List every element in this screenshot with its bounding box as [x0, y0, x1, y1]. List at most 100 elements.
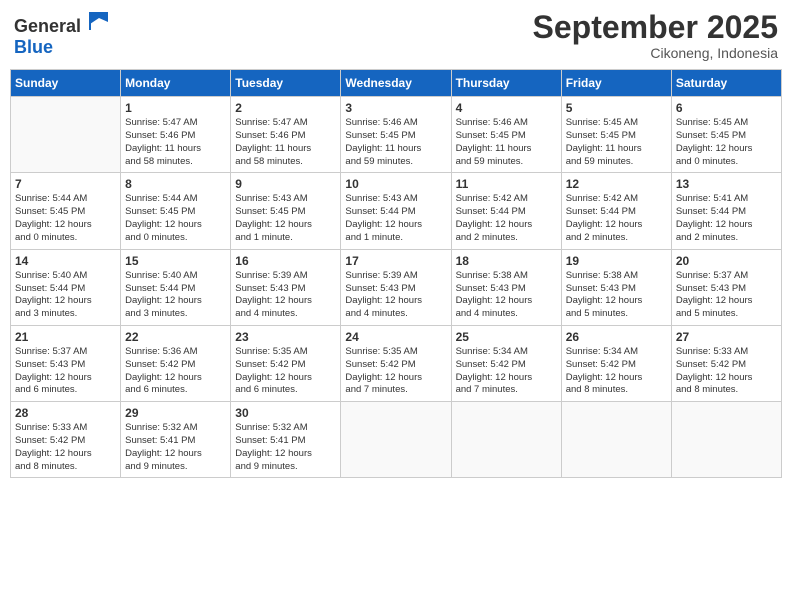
calendar-cell: 3 Sunrise: 5:46 AMSunset: 5:45 PMDaylight… — [341, 97, 451, 173]
day-info: Sunrise: 5:32 AMSunset: 5:41 PMDaylight:… — [235, 422, 336, 473]
day-info: Sunrise: 5:38 AMSunset: 5:43 PMDaylight:… — [456, 270, 557, 321]
calendar-cell: 28 Sunrise: 5:33 AMSunset: 5:42 PMDayligh… — [11, 402, 121, 478]
calendar-cell: 13 Sunrise: 5:41 AMSunset: 5:44 PMDayligh… — [671, 173, 781, 249]
calendar-cell — [341, 402, 451, 478]
calendar-cell — [671, 402, 781, 478]
weekday-header-row: SundayMondayTuesdayWednesdayThursdayFrid… — [11, 70, 782, 97]
weekday-header-tuesday: Tuesday — [231, 70, 341, 97]
calendar-cell: 6 Sunrise: 5:45 AMSunset: 5:45 PMDaylight… — [671, 97, 781, 173]
day-info: Sunrise: 5:32 AMSunset: 5:41 PMDaylight:… — [125, 422, 226, 473]
day-number: 17 — [345, 254, 446, 268]
calendar-cell: 26Sunrise: 5:34 AMSunset: 5:42 PMDayligh… — [561, 325, 671, 401]
weekday-header-thursday: Thursday — [451, 70, 561, 97]
calendar-cell: 8Sunrise: 5:44 AMSunset: 5:45 PMDaylight… — [121, 173, 231, 249]
day-info: Sunrise: 5:36 AMSunset: 5:42 PMDaylight:… — [125, 346, 226, 397]
calendar-cell: 23 Sunrise: 5:35 AMSunset: 5:42 PMDayligh… — [231, 325, 341, 401]
day-info: Sunrise: 5:43 AMSunset: 5:45 PMDaylight:… — [235, 193, 336, 244]
day-number: 21 — [15, 330, 116, 344]
day-number: 4 — [456, 101, 557, 115]
day-info: Sunrise: 5:40 AMSunset: 5:44 PMDaylight:… — [125, 270, 226, 321]
calendar-cell: 10Sunrise: 5:43 AMSunset: 5:44 PMDayligh… — [341, 173, 451, 249]
weekday-header-saturday: Saturday — [671, 70, 781, 97]
calendar-cell: 22 Sunrise: 5:36 AMSunset: 5:42 PMDayligh… — [121, 325, 231, 401]
calendar-cell: 9 Sunrise: 5:43 AMSunset: 5:45 PMDaylight… — [231, 173, 341, 249]
day-info: Sunrise: 5:37 AMSunset: 5:43 PMDaylight:… — [676, 270, 777, 321]
calendar-cell — [451, 402, 561, 478]
calendar-cell: 2 Sunrise: 5:47 AMSunset: 5:46 PMDaylight… — [231, 97, 341, 173]
calendar-cell: 30 Sunrise: 5:32 AMSunset: 5:41 PMDayligh… — [231, 402, 341, 478]
calendar-cell: 24 Sunrise: 5:35 AMSunset: 5:42 PMDayligh… — [341, 325, 451, 401]
logo-blue: Blue — [14, 37, 53, 57]
title-block: September 2025 Cikoneng, Indonesia — [533, 10, 778, 61]
day-number: 9 — [235, 177, 336, 191]
week-row-2: 7Sunrise: 5:44 AMSunset: 5:45 PMDaylight… — [11, 173, 782, 249]
calendar-cell: 18Sunrise: 5:38 AMSunset: 5:43 PMDayligh… — [451, 249, 561, 325]
calendar-cell: 5Sunrise: 5:45 AMSunset: 5:45 PMDaylight… — [561, 97, 671, 173]
day-number: 23 — [235, 330, 336, 344]
calendar-cell: 20Sunrise: 5:37 AMSunset: 5:43 PMDayligh… — [671, 249, 781, 325]
logo-general: General — [14, 16, 81, 36]
day-info: Sunrise: 5:35 AMSunset: 5:42 PMDaylight:… — [345, 346, 446, 397]
day-info: Sunrise: 5:46 AMSunset: 5:45 PMDaylight:… — [345, 117, 446, 168]
calendar-cell: 27 Sunrise: 5:33 AMSunset: 5:42 PMDayligh… — [671, 325, 781, 401]
day-number: 6 — [676, 101, 777, 115]
day-number: 13 — [676, 177, 777, 191]
day-number: 28 — [15, 406, 116, 420]
logo-text: General Blue — [14, 10, 110, 58]
calendar-cell: 12 Sunrise: 5:42 AMSunset: 5:44 PMDayligh… — [561, 173, 671, 249]
weekday-header-sunday: Sunday — [11, 70, 121, 97]
day-info: Sunrise: 5:40 AMSunset: 5:44 PMDaylight:… — [15, 270, 116, 321]
day-info: Sunrise: 5:35 AMSunset: 5:42 PMDaylight:… — [235, 346, 336, 397]
calendar-cell: 4 Sunrise: 5:46 AMSunset: 5:45 PMDaylight… — [451, 97, 561, 173]
day-number: 29 — [125, 406, 226, 420]
day-info: Sunrise: 5:47 AMSunset: 5:46 PMDaylight:… — [125, 117, 226, 168]
weekday-header-wednesday: Wednesday — [341, 70, 451, 97]
day-info: Sunrise: 5:34 AMSunset: 5:42 PMDaylight:… — [456, 346, 557, 397]
day-number: 3 — [345, 101, 446, 115]
day-info: Sunrise: 5:39 AMSunset: 5:43 PMDaylight:… — [345, 270, 446, 321]
day-info: Sunrise: 5:39 AMSunset: 5:43 PMDaylight:… — [235, 270, 336, 321]
calendar-cell: 11Sunrise: 5:42 AMSunset: 5:44 PMDayligh… — [451, 173, 561, 249]
calendar-cell — [561, 402, 671, 478]
day-number: 19 — [566, 254, 667, 268]
day-number: 2 — [235, 101, 336, 115]
weekday-header-monday: Monday — [121, 70, 231, 97]
day-number: 30 — [235, 406, 336, 420]
calendar-cell: 21 Sunrise: 5:37 AMSunset: 5:43 PMDayligh… — [11, 325, 121, 401]
calendar-cell: 29 Sunrise: 5:32 AMSunset: 5:41 PMDayligh… — [121, 402, 231, 478]
day-info: Sunrise: 5:33 AMSunset: 5:42 PMDaylight:… — [676, 346, 777, 397]
day-info: Sunrise: 5:45 AMSunset: 5:45 PMDaylight:… — [676, 117, 777, 168]
day-info: Sunrise: 5:45 AMSunset: 5:45 PMDaylight:… — [566, 117, 667, 168]
calendar-table: SundayMondayTuesdayWednesdayThursdayFrid… — [10, 69, 782, 478]
day-number: 25 — [456, 330, 557, 344]
calendar-cell: 15 Sunrise: 5:40 AMSunset: 5:44 PMDayligh… — [121, 249, 231, 325]
day-number: 22 — [125, 330, 226, 344]
day-info: Sunrise: 5:41 AMSunset: 5:44 PMDaylight:… — [676, 193, 777, 244]
day-info: Sunrise: 5:33 AMSunset: 5:42 PMDaylight:… — [15, 422, 116, 473]
day-number: 15 — [125, 254, 226, 268]
calendar-cell: 17 Sunrise: 5:39 AMSunset: 5:43 PMDayligh… — [341, 249, 451, 325]
day-number: 24 — [345, 330, 446, 344]
day-number: 11 — [456, 177, 557, 191]
day-info: Sunrise: 5:34 AMSunset: 5:42 PMDaylight:… — [566, 346, 667, 397]
location: Cikoneng, Indonesia — [533, 45, 778, 61]
day-info: Sunrise: 5:37 AMSunset: 5:43 PMDaylight:… — [15, 346, 116, 397]
week-row-1: 1Sunrise: 5:47 AMSunset: 5:46 PMDaylight… — [11, 97, 782, 173]
day-number: 12 — [566, 177, 667, 191]
week-row-4: 21 Sunrise: 5:37 AMSunset: 5:43 PMDayligh… — [11, 325, 782, 401]
day-info: Sunrise: 5:47 AMSunset: 5:46 PMDaylight:… — [235, 117, 336, 168]
day-info: Sunrise: 5:42 AMSunset: 5:44 PMDaylight:… — [566, 193, 667, 244]
calendar-cell: 1Sunrise: 5:47 AMSunset: 5:46 PMDaylight… — [121, 97, 231, 173]
calendar-cell: 19 Sunrise: 5:38 AMSunset: 5:43 PMDayligh… — [561, 249, 671, 325]
week-row-5: 28 Sunrise: 5:33 AMSunset: 5:42 PMDayligh… — [11, 402, 782, 478]
day-info: Sunrise: 5:44 AMSunset: 5:45 PMDaylight:… — [125, 193, 226, 244]
day-info: Sunrise: 5:38 AMSunset: 5:43 PMDaylight:… — [566, 270, 667, 321]
calendar-cell — [11, 97, 121, 173]
day-number: 27 — [676, 330, 777, 344]
calendar-cell: 25 Sunrise: 5:34 AMSunset: 5:42 PMDayligh… — [451, 325, 561, 401]
day-info: Sunrise: 5:44 AMSunset: 5:45 PMDaylight:… — [15, 193, 116, 244]
day-info: Sunrise: 5:46 AMSunset: 5:45 PMDaylight:… — [456, 117, 557, 168]
weekday-header-friday: Friday — [561, 70, 671, 97]
month-title: September 2025 — [533, 10, 778, 45]
day-number: 14 — [15, 254, 116, 268]
